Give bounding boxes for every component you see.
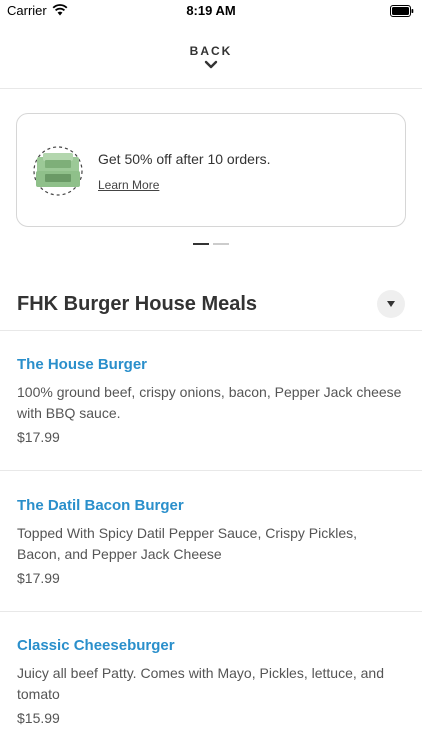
back-label: BACK bbox=[189, 44, 233, 58]
back-button[interactable]: BACK bbox=[0, 40, 422, 88]
promo-card[interactable]: Get 50% off after 10 orders. Learn More bbox=[16, 113, 406, 227]
chevron-down-icon bbox=[204, 60, 218, 69]
caret-down-icon bbox=[387, 301, 395, 307]
menu-item[interactable]: The Datil Bacon Burger Topped With Spicy… bbox=[0, 472, 422, 612]
menu-item-description: Topped With Spicy Datil Pepper Sauce, Cr… bbox=[17, 525, 358, 562]
menu-item-description: Juicy all beef Patty. Comes with Mayo, P… bbox=[17, 665, 385, 702]
pager-dot-active bbox=[193, 243, 209, 245]
pager-dot bbox=[213, 243, 229, 245]
battery-icon bbox=[390, 5, 414, 17]
menu-item-name: The House Burger bbox=[17, 356, 148, 373]
section-collapse-button[interactable] bbox=[377, 290, 405, 318]
menu-item-name: The Datil Bacon Burger bbox=[17, 497, 184, 514]
section-title: FHK Burger House Meals bbox=[17, 293, 258, 315]
menu-item-price: $17.99 bbox=[17, 570, 60, 586]
menu-item-price: $15.99 bbox=[17, 710, 60, 726]
menu-item-name: Classic Cheeseburger bbox=[17, 637, 175, 654]
status-bar: Carrier 8:19 AM bbox=[0, 0, 422, 22]
menu-item[interactable]: Classic Cheeseburger Juicy all beef Patt… bbox=[0, 612, 422, 750]
header-divider bbox=[0, 88, 422, 89]
menu-item-price: $17.99 bbox=[17, 429, 60, 445]
menu-item-description: 100% ground beef, crispy onions, bacon, … bbox=[17, 384, 402, 421]
learn-more-link[interactable]: Learn More bbox=[98, 178, 159, 192]
loyalty-badge-icon bbox=[33, 146, 83, 196]
pager-indicator bbox=[0, 243, 422, 247]
menu-item[interactable]: The House Burger 100% ground beef, crisp… bbox=[0, 331, 422, 471]
promo-text: Get 50% off after 10 orders. bbox=[98, 151, 271, 167]
status-time: 8:19 AM bbox=[186, 3, 236, 18]
